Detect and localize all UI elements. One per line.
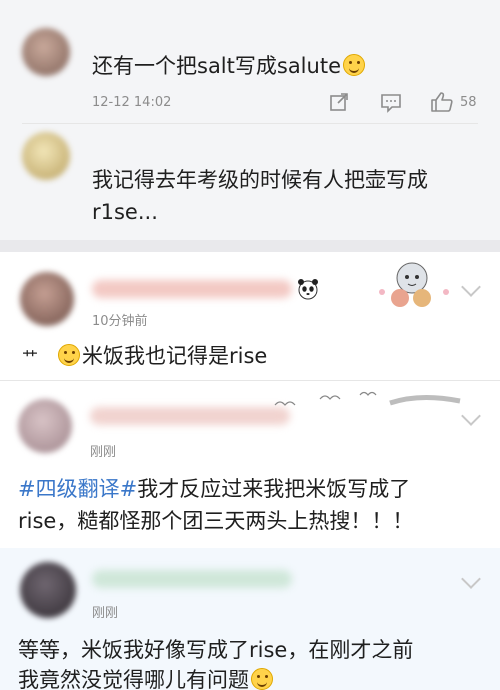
comment-body: 还有一个把salt写成salute xyxy=(92,54,341,78)
comment-time: 刚刚 xyxy=(90,445,117,460)
comment-text: 我记得去年考级的时候有人把壶写成 xyxy=(92,168,428,192)
comment-icon[interactable] xyxy=(380,93,402,113)
comment-body: 我竟然没觉得哪儿有问题 xyxy=(18,668,249,690)
chevron-down-icon[interactable] xyxy=(461,277,481,297)
avatar[interactable] xyxy=(20,272,74,326)
comment-time: 12-12 14:02 xyxy=(92,95,172,110)
avatar[interactable] xyxy=(22,28,70,76)
divider xyxy=(22,123,478,124)
comment-text: 我竟然没觉得哪儿有问题 xyxy=(18,664,275,690)
comment-prefix: 艹 xyxy=(22,348,39,367)
comment-text: r1se... xyxy=(92,200,158,224)
smile-emoji-icon xyxy=(58,344,81,366)
username-blurred[interactable] xyxy=(92,280,292,298)
avatar[interactable] xyxy=(22,132,70,180)
comment-item: 刚刚 #四级翻译#我才反应过来我把米饭写成了 rise，糙都怪那个团三天两头上热… xyxy=(0,381,500,544)
section-separator xyxy=(0,240,500,252)
sticker-decoration xyxy=(379,262,449,307)
like-icon[interactable] xyxy=(430,91,454,113)
bird-decoration xyxy=(274,391,461,406)
comment-text: 等等，米饭我好像写成了rise，在刚才之前 xyxy=(18,638,414,662)
comment-time: 10分钟前 xyxy=(92,314,148,329)
username-blurred[interactable] xyxy=(90,407,290,425)
comment-text: 艹 米饭我也记得是rise xyxy=(22,340,267,374)
comment-text: #四级翻译#我才反应过来我把米饭写成了 xyxy=(18,473,410,505)
comment-item: 刚刚 等等，米饭我好像写成了rise，在刚才之前 我竟然没觉得哪儿有问题 xyxy=(0,548,500,690)
comment-body: 我才反应过来我把米饭写成了 xyxy=(137,477,411,501)
comment-text: 还有一个把salt写成salute xyxy=(92,50,367,82)
avatar[interactable] xyxy=(18,399,72,453)
hashtag-link[interactable]: #四级翻译# xyxy=(18,477,137,501)
chevron-down-icon[interactable] xyxy=(461,569,481,589)
comment-item: 10分钟前 艹 米饭我也记得是rise xyxy=(0,252,500,380)
reply-block-top: 还有一个把salt写成salute 12-12 14:02 58 我记得去年考级… xyxy=(0,0,500,240)
like-count: 58 xyxy=(460,95,477,110)
comment-time: 刚刚 xyxy=(92,606,119,621)
avatar[interactable] xyxy=(20,562,76,618)
smile-emoji-icon xyxy=(251,668,273,690)
username-blurred[interactable] xyxy=(92,570,292,588)
comment-text: rise，糙都怪那个团三天两头上热搜！！！ xyxy=(18,509,414,533)
share-icon[interactable] xyxy=(329,92,349,112)
panda-icon xyxy=(298,279,318,300)
comment-body: 米饭我也记得是rise xyxy=(82,344,268,368)
laugh-emoji-icon xyxy=(343,54,365,76)
